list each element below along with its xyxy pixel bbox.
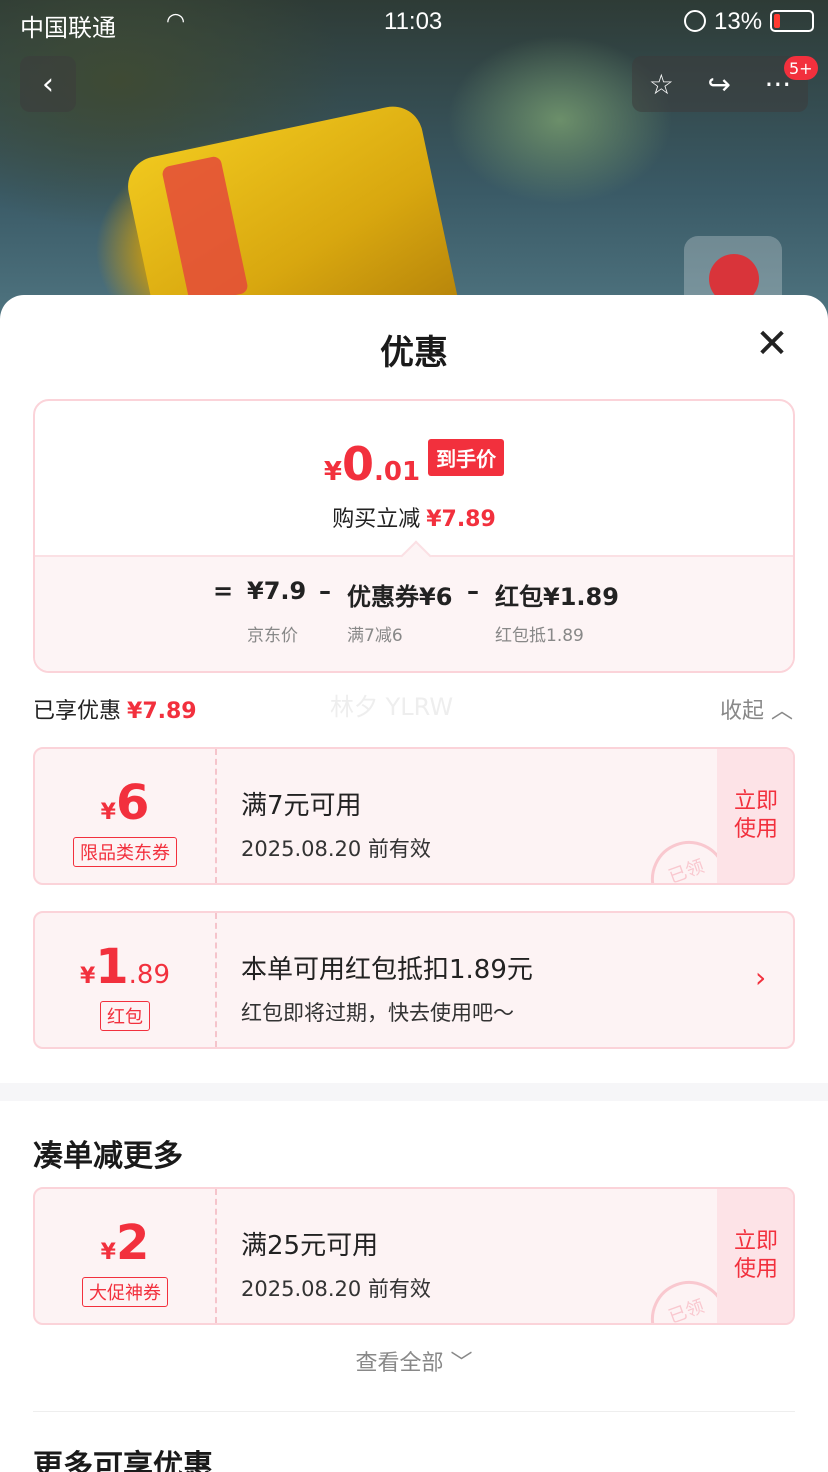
formula-coupon: 优惠券¥6 <box>347 583 453 611</box>
formula-equals: = <box>213 577 234 605</box>
collapse-button[interactable]: 收起 ︿ <box>720 693 793 725</box>
share-icon[interactable]: ↪ <box>707 68 730 101</box>
back-button[interactable]: ‹ <box>20 56 76 112</box>
coupon-condition: 满25元可用 <box>241 1231 379 1261</box>
close-icon[interactable]: ✕ <box>752 324 792 365</box>
redpacket-condition: 本单可用红包抵扣1.89元 <box>241 955 533 985</box>
final-price: ¥0.01 到手价 <box>35 437 793 491</box>
formula-minus: – <box>467 577 479 605</box>
coupon-validity: 2025.08.20 前有效 <box>241 1277 431 1301</box>
price-formula: = ¥7.9 – 优惠券¥6 – 红包¥1.89 京东价 满7减6 红包抵1.8… <box>35 555 793 671</box>
sheet-title: 优惠 <box>380 333 448 373</box>
coupon-kind: 大促神券 <box>82 1277 168 1307</box>
discount-sheet: 优惠 ✕ ¥0.01 到手价 购买立减 ¥7.89 = ¥7.9 – 优惠券¥6 –… <box>0 295 828 1472</box>
redpacket-kind: 红包 <box>100 1001 150 1031</box>
redpacket-card[interactable]: ¥1.89 红包 本单可用红包抵扣1.89元 红包即将过期，快去使用吧～ › <box>33 911 795 1049</box>
formula-redpacket-label: 红包抵1.89 <box>495 626 584 646</box>
battery-icon <box>770 10 814 32</box>
rotation-lock-icon <box>684 10 706 32</box>
chevron-left-icon: ‹ <box>42 66 54 102</box>
carrier-name: 中国联通 <box>20 15 116 42</box>
use-now-button[interactable]: 立即 使用 <box>717 749 793 883</box>
reduce-row: 购买立减 ¥7.89 <box>332 507 496 532</box>
coupon-card: ¥6 限品类东券 满7元可用 2025.08.20 前有效 已领 立即 使用 <box>33 747 795 885</box>
message-badge: 5+ <box>784 56 818 80</box>
chevron-up-icon: ︿ <box>771 699 794 724</box>
chevron-down-icon: ﹀ <box>450 1351 473 1376</box>
section-divider <box>0 1083 828 1101</box>
final-price-tag: 到手价 <box>428 439 505 476</box>
coupon-card: ¥2 大促神券 满25元可用 2025.08.20 前有效 已领 立即 使用 <box>33 1187 795 1325</box>
coupon-value: ¥2 大促神券 <box>35 1189 217 1323</box>
coupon-condition: 满7元可用 <box>241 791 362 821</box>
price-summary-card: ¥0.01 到手价 购买立减 ¥7.89 = ¥7.9 – 优惠券¥6 – 红包¥1… <box>33 399 795 673</box>
formula-jd-price: ¥7.9 <box>247 577 307 605</box>
view-all-button[interactable]: 查看全部 ﹀ <box>0 1345 828 1377</box>
status-bar: 中国联通 ◠ 11:03 13% <box>0 0 828 44</box>
chevron-right-icon[interactable]: › <box>755 961 766 994</box>
divider <box>33 1411 795 1412</box>
formula-coupon-label: 满7减6 <box>347 626 403 646</box>
extra-section-title: 更多可享优惠 <box>33 1449 213 1472</box>
coupon-validity: 2025.08.20 前有效 <box>241 837 431 861</box>
formula-jd-price-label: 京东价 <box>247 626 298 646</box>
use-now-button[interactable]: 立即 使用 <box>717 1189 793 1323</box>
wifi-icon: ◠ <box>166 8 186 33</box>
formula-redpacket: 红包¥1.89 <box>495 583 619 611</box>
enjoyed-discount: 已享优惠 ¥7.89 <box>33 699 197 724</box>
more-section-title: 凑单减更多 <box>33 1139 183 1174</box>
redpacket-value: ¥1.89 红包 <box>35 913 217 1047</box>
star-icon[interactable]: ☆ <box>649 68 674 101</box>
redpacket-hint: 红包即将过期，快去使用吧～ <box>241 1001 514 1025</box>
formula-minus: – <box>319 577 331 605</box>
battery-percent: 13% <box>714 8 763 35</box>
coupon-kind: 限品类东券 <box>73 837 177 867</box>
status-time: 11:03 <box>384 8 443 35</box>
watermark-text: 林夕 YLRW <box>330 693 454 721</box>
nav-action-group: ☆ ↪ ··· <box>632 56 808 112</box>
coupon-value: ¥6 限品类东券 <box>35 749 217 883</box>
